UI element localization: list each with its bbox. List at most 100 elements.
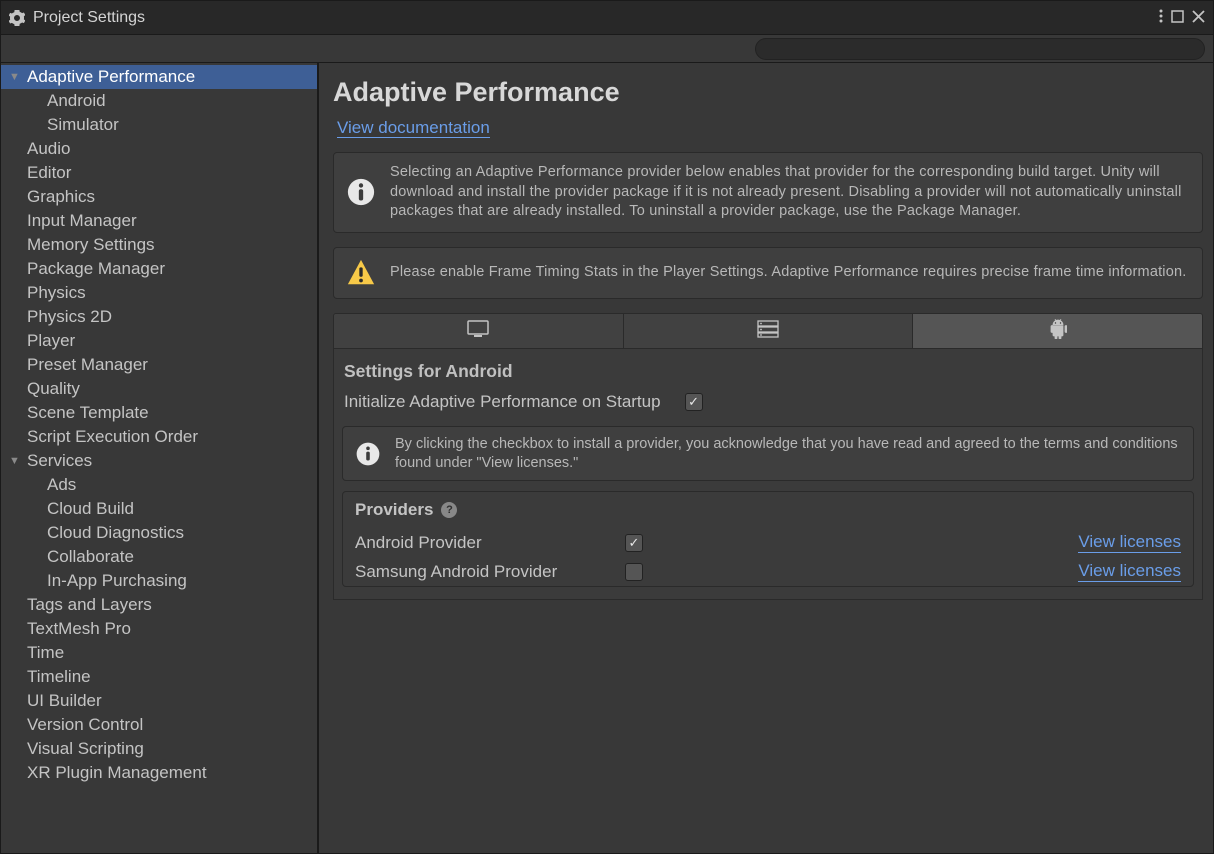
sidebar-item-label: Services [27,451,92,471]
sidebar-item-collaborate[interactable]: Collaborate [1,545,317,569]
sidebar-item-textmesh-pro[interactable]: TextMesh Pro [1,617,317,641]
android-icon [1049,319,1067,342]
init-on-startup-row: Initialize Adaptive Performance on Start… [334,390,1202,414]
provider-label: Samsung Android Provider [355,562,625,582]
warning-icon [346,258,376,288]
provider-checkbox-android[interactable] [625,534,643,552]
sidebar-item-label: Package Manager [27,259,165,279]
info-icon [346,177,376,207]
maximize-icon[interactable] [1171,10,1184,26]
sidebar-item-memory-settings[interactable]: Memory Settings [1,233,317,257]
sidebar-item-label: TextMesh Pro [27,619,131,639]
gear-icon [9,10,25,26]
help-icon[interactable]: ? [441,502,457,518]
server-icon [757,320,779,341]
terms-info-text: By clicking the checkbox to install a pr… [395,435,1181,473]
monitor-icon [467,320,489,341]
sidebar-item-tags-and-layers[interactable]: Tags and Layers [1,593,317,617]
sidebar-item-label: Script Execution Order [27,427,198,447]
sidebar-item-script-execution-order[interactable]: Script Execution Order [1,425,317,449]
info-icon [355,441,381,467]
android-settings-panel: Settings for Android Initialize Adaptive… [333,349,1203,601]
window-title: Project Settings [33,9,1159,27]
init-on-startup-label: Initialize Adaptive Performance on Start… [344,392,661,412]
view-licenses-link[interactable]: View licenses [1078,561,1181,582]
sidebar-item-ads[interactable]: Ads [1,473,317,497]
sidebar-item-label: Editor [27,163,71,183]
frame-timing-warning-box: Please enable Frame Timing Stats in the … [333,247,1203,299]
providers-box: Providers ? Android Provider View licens… [342,491,1194,587]
sidebar-item-in-app-purchasing[interactable]: In-App Purchasing [1,569,317,593]
sidebar-item-preset-manager[interactable]: Preset Manager [1,353,317,377]
sidebar-item-editor[interactable]: Editor [1,161,317,185]
providers-label: Providers [355,500,433,520]
sidebar-item-label: Scene Template [27,403,149,423]
sidebar-item-label: Time [27,643,64,663]
kebab-menu-icon[interactable] [1159,9,1163,26]
sidebar-item-version-control[interactable]: Version Control [1,713,317,737]
sidebar-item-label: Preset Manager [27,355,148,375]
init-on-startup-checkbox[interactable] [685,393,703,411]
sidebar-item-label: Physics 2D [27,307,112,327]
provider-checkbox-samsung[interactable] [625,563,643,581]
sidebar-item-package-manager[interactable]: Package Manager [1,257,317,281]
settings-sidebar: ▼ Adaptive PerformanceAndroidSimulatorAud… [1,63,319,853]
sidebar-item-label: XR Plugin Management [27,763,207,783]
frame-timing-warning-text: Please enable Frame Timing Stats in the … [390,263,1187,283]
provider-label: Android Provider [355,533,625,553]
sidebar-item-label: Adaptive Performance [27,67,195,87]
sidebar-item-cloud-diagnostics[interactable]: Cloud Diagnostics [1,521,317,545]
sidebar-item-simulator[interactable]: Simulator [1,113,317,137]
sidebar-item-adaptive-performance[interactable]: ▼ Adaptive Performance [1,65,317,89]
sidebar-item-label: Player [27,331,75,351]
sidebar-item-visual-scripting[interactable]: Visual Scripting [1,737,317,761]
sidebar-item-label: Audio [27,139,70,159]
searchbar [1,35,1213,63]
provider-info-text: Selecting an Adaptive Performance provid… [390,163,1190,222]
chevron-down-icon[interactable]: ▼ [9,71,21,83]
android-settings-heading: Settings for Android [334,359,1202,390]
sidebar-item-label: Memory Settings [27,235,155,255]
provider-info-box: Selecting an Adaptive Performance provid… [333,152,1203,233]
platform-tab-standalone[interactable] [334,314,624,348]
window-controls [1159,9,1205,26]
sidebar-item-scene-template[interactable]: Scene Template [1,401,317,425]
sidebar-item-cloud-build[interactable]: Cloud Build [1,497,317,521]
sidebar-item-label: Graphics [27,187,95,207]
sidebar-item-physics[interactable]: Physics [1,281,317,305]
sidebar-item-timeline[interactable]: Timeline [1,665,317,689]
view-licenses-link[interactable]: View licenses [1078,532,1181,553]
sidebar-item-time[interactable]: Time [1,641,317,665]
chevron-down-icon[interactable]: ▼ [9,455,21,467]
platform-tabs [333,313,1203,349]
project-settings-window: Project Settings ▼Adaptive PerformanceAn… [0,0,1214,854]
sidebar-item-graphics[interactable]: Graphics [1,185,317,209]
sidebar-item-label: Timeline [27,667,91,687]
search-input[interactable] [755,38,1205,60]
sidebar-item-label: Physics [27,283,86,303]
page-title: Adaptive Performance [333,77,1213,108]
view-documentation-link[interactable]: View documentation [337,118,490,138]
sidebar-item-xr-plugin-management[interactable]: XR Plugin Management [1,761,317,785]
close-icon[interactable] [1192,10,1205,26]
platform-tab-android[interactable] [913,314,1202,348]
titlebar: Project Settings [1,1,1213,35]
provider-row-samsung: Samsung Android Provider View licenses [343,557,1193,586]
sidebar-item-label: UI Builder [27,691,102,711]
sidebar-item-ui-builder[interactable]: UI Builder [1,689,317,713]
platform-tab-server[interactable] [624,314,914,348]
sidebar-item-audio[interactable]: Audio [1,137,317,161]
sidebar-item-input-manager[interactable]: Input Manager [1,209,317,233]
sidebar-item-label: Quality [27,379,80,399]
sidebar-item-android[interactable]: Android [1,89,317,113]
sidebar-item-label: Tags and Layers [27,595,152,615]
terms-info-box: By clicking the checkbox to install a pr… [342,426,1194,482]
provider-row-android: Android Provider View licenses [343,528,1193,557]
sidebar-item-physics-2d[interactable]: Physics 2D [1,305,317,329]
sidebar-item-quality[interactable]: Quality [1,377,317,401]
sidebar-item-label: Version Control [27,715,143,735]
sidebar-item-label: Input Manager [27,211,137,231]
settings-content: Adaptive Performance View documentation … [319,63,1213,853]
sidebar-item-services[interactable]: ▼ Services [1,449,317,473]
sidebar-item-player[interactable]: Player [1,329,317,353]
